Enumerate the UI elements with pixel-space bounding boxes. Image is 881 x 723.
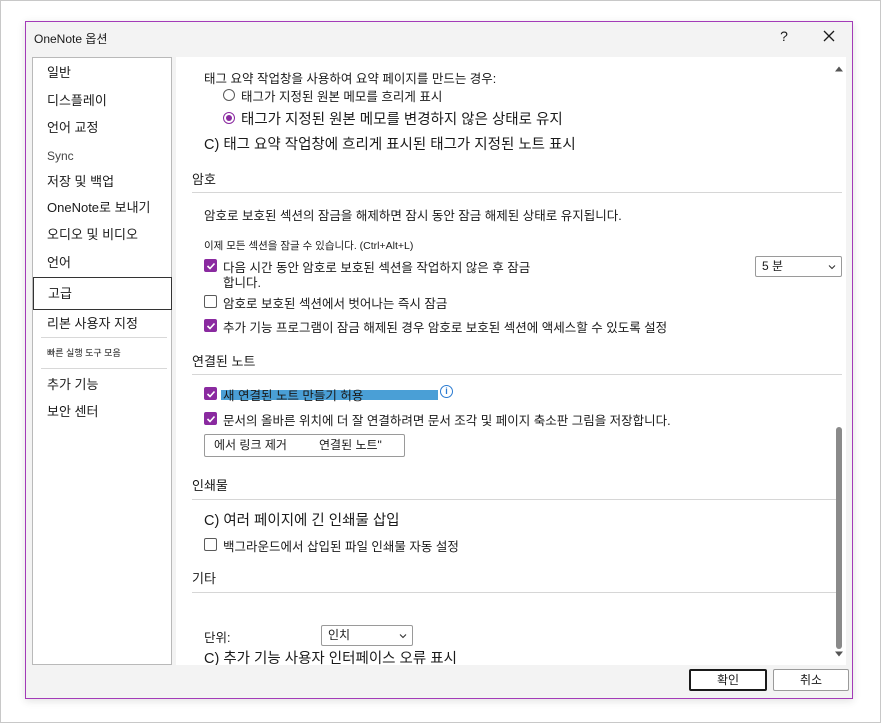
units-value: 인치 [328, 628, 351, 642]
section-divider [192, 499, 842, 500]
section-divider [192, 374, 842, 375]
category-list: 일반 디스플레이 언어 교정 Sync 저장 및 백업 OneNote로 보내기… [32, 57, 172, 665]
remove-links-button[interactable]: 에서 링크 제거 연결된 노트" [204, 434, 405, 457]
tag-dim-radio[interactable] [223, 89, 235, 101]
lock-on-leave-label: 암호로 보호된 섹션에서 벗어나는 즉시 잠금 [223, 297, 448, 311]
scroll-up-icon[interactable] [835, 65, 843, 73]
remove-links-label-suffix: 연결된 노트" [319, 438, 382, 452]
close-icon [823, 30, 835, 42]
tag-summary-intro: 태그 요약 작업창을 사용하여 요약 페이지를 만드는 경우: [204, 72, 497, 86]
sidebar-item-sync[interactable]: Sync [33, 143, 171, 169]
options-dialog: OneNote 옵션 ? 일반 디스플레이 언어 교정 Sync 저장 및 백업… [25, 21, 853, 699]
background-printouts-checkbox[interactable] [204, 538, 217, 551]
sidebar-item-language[interactable]: 언어 [33, 250, 171, 276]
info-icon[interactable]: i [440, 385, 453, 398]
allow-linked-notes-checkbox[interactable] [204, 387, 217, 400]
section-divider [192, 592, 842, 593]
dialog-title: OneNote 옵션 [34, 32, 108, 46]
printouts-section-header: 인쇄물 [192, 478, 228, 493]
sidebar-item-save-backup[interactable]: 저장 및 백업 [33, 169, 171, 195]
content-scrollbar[interactable] [832, 58, 846, 664]
background-printouts-label: 백그라운드에서 삽입된 파일 인쇄물 자동 설정 [223, 540, 459, 554]
allow-linked-notes-label: 새 연결된 노트 만들기 허용 [223, 389, 364, 403]
sidebar-item-customize-ribbon[interactable]: 리본 사용자 지정 [33, 311, 171, 337]
sidebar-item-display[interactable]: 디스플레이 [33, 88, 171, 114]
sidebar-item-send-to-onenote[interactable]: OneNote로 보내기 [33, 195, 171, 221]
cancel-button[interactable]: 취소 [773, 669, 849, 691]
section-divider [192, 192, 842, 193]
tag-keep-label: 태그가 지정된 원본 메모를 변경하지 않은 상태로 유지 [241, 112, 563, 128]
sidebar-divider [41, 368, 167, 369]
allow-addins-checkbox[interactable] [204, 319, 217, 332]
checkmark-icon [206, 262, 216, 270]
units-label: 단위: [204, 631, 231, 645]
sidebar-item-audio-video[interactable]: 오디오 및 비디오 [33, 222, 171, 248]
chevron-down-icon [399, 634, 407, 639]
password-section-header: 암호 [192, 172, 216, 187]
linked-notes-section-header: 연결된 노트 [192, 354, 256, 369]
save-snippets-checkbox[interactable] [204, 412, 217, 425]
sidebar-item-trust-center[interactable]: 보안 센터 [33, 399, 171, 425]
scroll-down-icon[interactable] [835, 650, 843, 658]
remove-links-label: 에서 링크 제거 [214, 438, 287, 452]
lock-after-label-line1: 다음 시간 동안 암호로 보호된 섹션을 작업하지 않은 후 잠금 [223, 261, 531, 275]
lock-after-duration-select[interactable]: 5 분 [755, 256, 842, 277]
lock-after-duration-value: 5 분 [762, 259, 784, 273]
checkmark-icon [206, 415, 216, 423]
units-select[interactable]: 인치 [321, 625, 413, 646]
lock-after-checkbox[interactable] [204, 259, 217, 272]
advanced-settings-panel: 태그 요약 작업창을 사용하여 요약 페이지를 만드는 경우: 태그가 지정된 … [176, 57, 846, 665]
ok-button[interactable]: 확인 [689, 669, 767, 691]
sidebar-item-general[interactable]: 일반 [33, 60, 171, 86]
lock-after-label-line2: 합니다. [223, 276, 261, 290]
save-snippets-label: 문서의 올바른 위치에 더 잘 연결하려면 문서 조각 및 페이지 축소판 그림… [223, 414, 671, 428]
tag-keep-radio[interactable] [223, 112, 235, 124]
sidebar-divider [41, 337, 167, 338]
close-button[interactable] [821, 28, 837, 44]
insert-long-printouts-option[interactable]: C) 여러 페이지에 긴 인쇄물 삽입 [204, 509, 400, 530]
sidebar-item-advanced[interactable]: 고급 [33, 277, 172, 310]
password-description: 암호로 보호된 섹션의 잠금을 해제하면 잠시 동안 잠금 해제된 상태로 유지… [204, 209, 622, 223]
sidebar-item-quick-access[interactable]: 빠른 실행 도구 모음 [33, 340, 171, 366]
lock-all-sections-link[interactable]: 이제 모든 섹션을 잠글 수 있습니다. (Ctrl+Alt+L) [204, 238, 413, 253]
sidebar-item-proofing[interactable]: 언어 교정 [33, 115, 171, 141]
addin-errors-option[interactable]: C) 추가 기능 사용자 인터페이스 오류 표시 [204, 647, 457, 665]
lock-on-leave-checkbox[interactable] [204, 295, 217, 308]
other-section-header: 기타 [192, 571, 216, 586]
checkmark-icon [206, 322, 216, 330]
help-button[interactable]: ? [778, 28, 790, 44]
allow-addins-label: 추가 기능 프로그램이 잠금 해제된 경우 암호로 보호된 섹션에 액세스할 수… [223, 321, 668, 335]
tag-show-dimmed-option[interactable]: C) 태그 요약 작업창에 흐리게 표시된 태그가 지정된 노트 표시 [204, 133, 576, 154]
tag-dim-label: 태그가 지정된 원본 메모를 흐리게 표시 [241, 90, 443, 104]
scroll-thumb[interactable] [836, 427, 842, 649]
checkmark-icon [206, 390, 216, 398]
sidebar-item-addins[interactable]: 추가 기능 [33, 372, 171, 398]
title-bar: OneNote 옵션 ? [26, 22, 852, 52]
